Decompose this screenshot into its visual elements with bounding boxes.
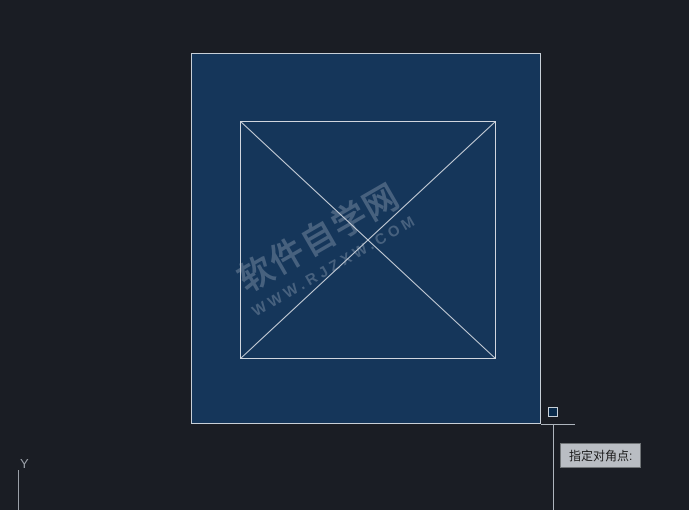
cursor-pickbox: [548, 407, 558, 417]
crosshair-vertical: [553, 424, 554, 510]
crosshair-horizontal: [541, 424, 575, 425]
ucs-y-label: Y: [20, 456, 29, 471]
command-tooltip: 指定对角点:: [560, 443, 641, 468]
drawing-canvas[interactable]: 软件自学网 WWW.RJZXW.COM 指定对角点: Y: [0, 0, 689, 510]
ucs-y-axis-line: [18, 470, 19, 510]
